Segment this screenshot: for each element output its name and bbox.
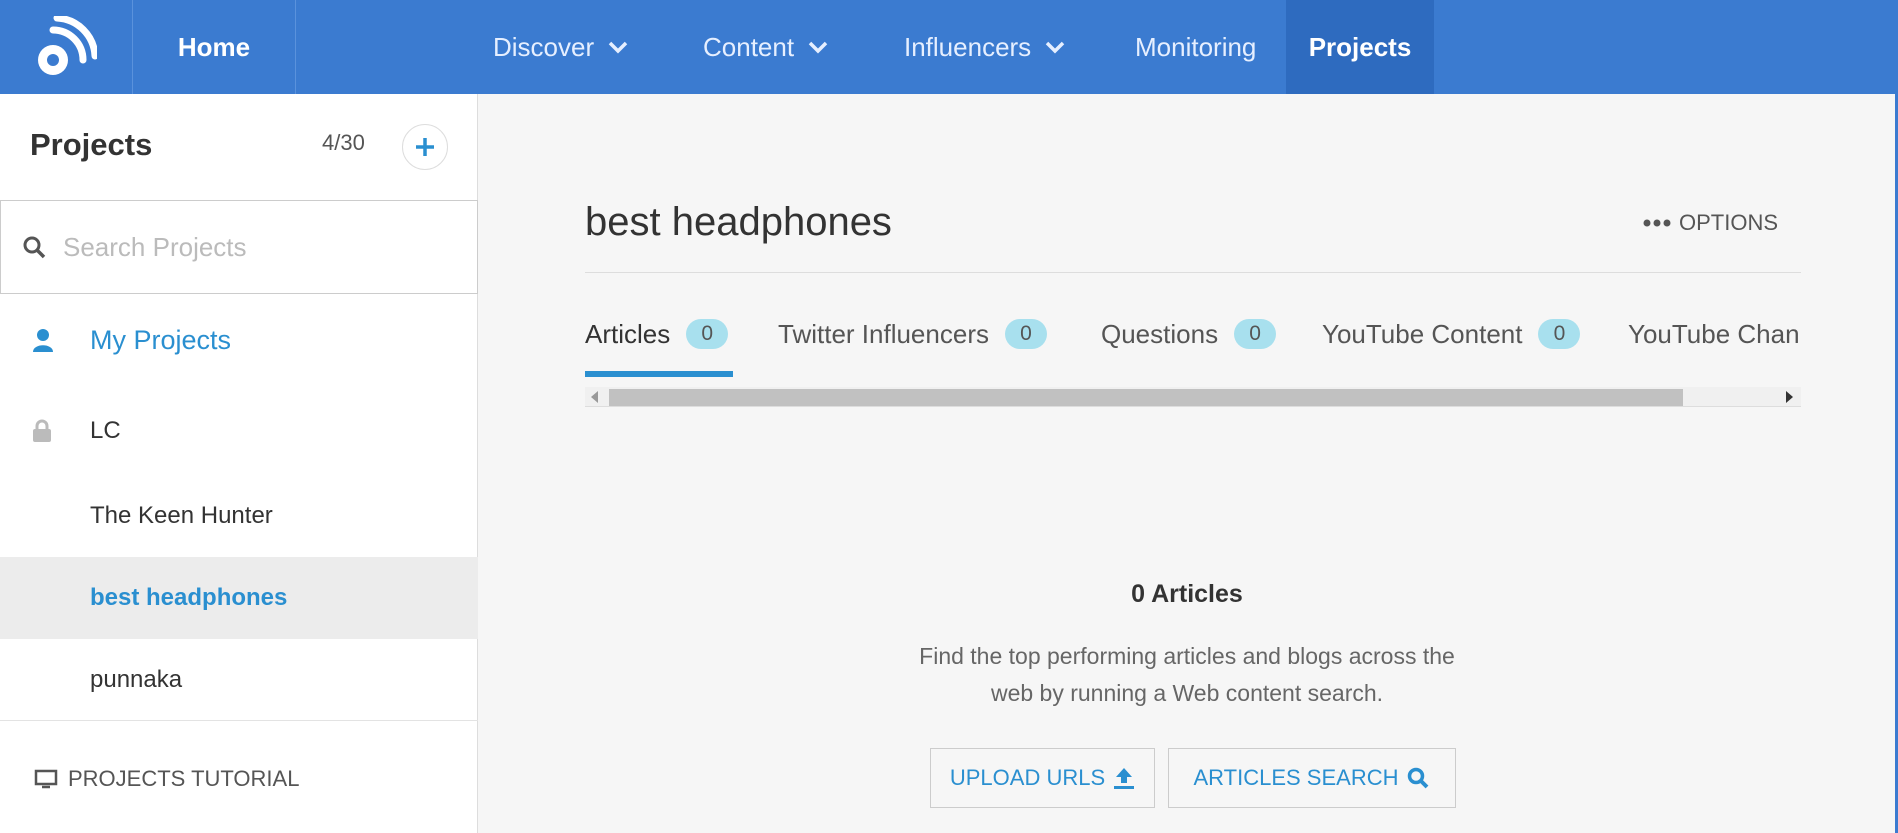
tab-label: YouTube Chan	[1628, 319, 1800, 349]
monitor-icon	[34, 769, 58, 789]
count-badge: 0	[686, 319, 729, 349]
rss-logo-icon	[38, 16, 97, 75]
page-title: best headphones	[585, 200, 892, 244]
nav-monitoring-label: Monitoring	[1135, 31, 1257, 62]
tabs-horizontal-scrollbar[interactable]	[585, 387, 1801, 407]
tab-label: Twitter Influencers	[778, 319, 989, 349]
search-projects-input[interactable]	[63, 231, 443, 263]
projects-tutorial-link[interactable]: PROJECTS TUTORIAL	[34, 766, 299, 792]
tab-twitter-influencers[interactable]: Twitter Influencers 0	[778, 319, 1047, 377]
main-content: best headphones OPTIONS Articles 0 Twitt…	[479, 94, 1895, 833]
tab-questions[interactable]: Questions 0	[1101, 319, 1277, 377]
project-count: 4/30	[322, 130, 365, 155]
lock-icon	[33, 419, 51, 442]
more-horizontal-icon	[1643, 219, 1671, 227]
top-nav: Home Discover Content Influencers Monito…	[0, 0, 1898, 94]
sidebar-item-label: best headphones	[90, 584, 288, 611]
nav-influencers-label: Influencers	[904, 31, 1032, 62]
active-tab-indicator	[585, 371, 733, 377]
tab-label: Questions	[1101, 319, 1219, 349]
nav-discover-label: Discover	[493, 31, 595, 62]
logo[interactable]	[0, 0, 133, 94]
sidebar-item-lc[interactable]: LC	[0, 390, 478, 472]
empty-state-line: Find the top performing articles and blo…	[919, 643, 1455, 669]
sidebar-item-best-headphones[interactable]: best headphones	[0, 557, 478, 639]
empty-state-title: 0 Articles	[1131, 580, 1243, 608]
nav-home[interactable]: Home	[133, 0, 296, 94]
sidebar-item-my-projects[interactable]: My Projects	[0, 299, 478, 381]
count-badge: 0	[1004, 319, 1047, 349]
scroll-right-arrow-icon[interactable]	[1786, 391, 1793, 403]
upload-urls-button[interactable]: UPLOAD URLS	[930, 748, 1155, 808]
empty-state-line: web by running a Web content search.	[990, 680, 1384, 706]
nav-discover[interactable]: Discover	[493, 0, 628, 94]
tab-label: Articles	[585, 319, 671, 349]
articles-search-label: ARTICLES SEARCH	[1193, 765, 1399, 790]
count-badge: 0	[1538, 319, 1581, 349]
upload-icon	[1114, 768, 1135, 789]
tab-youtube-content[interactable]: YouTube Content 0	[1322, 319, 1581, 377]
sidebar-item-label: LC	[90, 417, 121, 444]
sidebar-divider	[0, 720, 478, 721]
projects-sidebar: Projects 4/30 My Projects LC The Keen Hu…	[0, 94, 478, 833]
nav-projects-label: Projects	[1308, 31, 1412, 62]
scroll-left-arrow-icon[interactable]	[591, 391, 598, 403]
plus-icon	[416, 138, 434, 156]
chevron-down-icon	[808, 41, 828, 54]
search-icon	[23, 236, 46, 259]
nav-monitoring[interactable]: Monitoring	[1135, 0, 1256, 94]
sidebar-item-label: My Projects	[90, 324, 232, 355]
nav-content-label: Content	[703, 31, 795, 62]
sidebar-item-punnaka[interactable]: punnaka	[0, 639, 478, 721]
sidebar-item-label: punnaka	[90, 666, 183, 693]
upload-urls-label: UPLOAD URLS	[949, 765, 1106, 790]
sidebar-title: Projects	[30, 127, 153, 162]
options-button[interactable]: OPTIONS	[1643, 210, 1778, 236]
title-divider	[585, 272, 1801, 273]
tab-articles[interactable]: Articles 0	[585, 319, 729, 377]
sidebar-item-label: The Keen Hunter	[90, 502, 273, 529]
nav-content[interactable]: Content	[703, 0, 828, 94]
add-project-button[interactable]	[402, 124, 448, 170]
count-badge: 0	[1234, 319, 1277, 349]
sidebar-item-the-keen-hunter[interactable]: The Keen Hunter	[0, 475, 478, 557]
search-icon	[1408, 767, 1429, 789]
content-tabs: Articles 0 Twitter Influencers 0 Questio…	[585, 319, 1801, 377]
options-label: OPTIONS	[1679, 210, 1779, 235]
chevron-down-icon	[1045, 41, 1065, 54]
tab-youtube-channels[interactable]: YouTube Chan	[1628, 319, 1800, 377]
projects-tutorial-label: PROJECTS TUTORIAL	[68, 766, 300, 791]
nav-influencers[interactable]: Influencers	[904, 0, 1065, 94]
scrollbar-thumb[interactable]	[609, 389, 1683, 406]
empty-state-description: Find the top performing articles and blo…	[899, 638, 1475, 712]
chevron-down-icon	[608, 41, 628, 54]
articles-search-button[interactable]: ARTICLES SEARCH	[1168, 748, 1456, 808]
nav-projects[interactable]: Projects	[1286, 0, 1434, 94]
tab-label: YouTube Content	[1322, 319, 1523, 349]
search-projects-box	[0, 200, 478, 294]
user-icon	[33, 329, 53, 352]
